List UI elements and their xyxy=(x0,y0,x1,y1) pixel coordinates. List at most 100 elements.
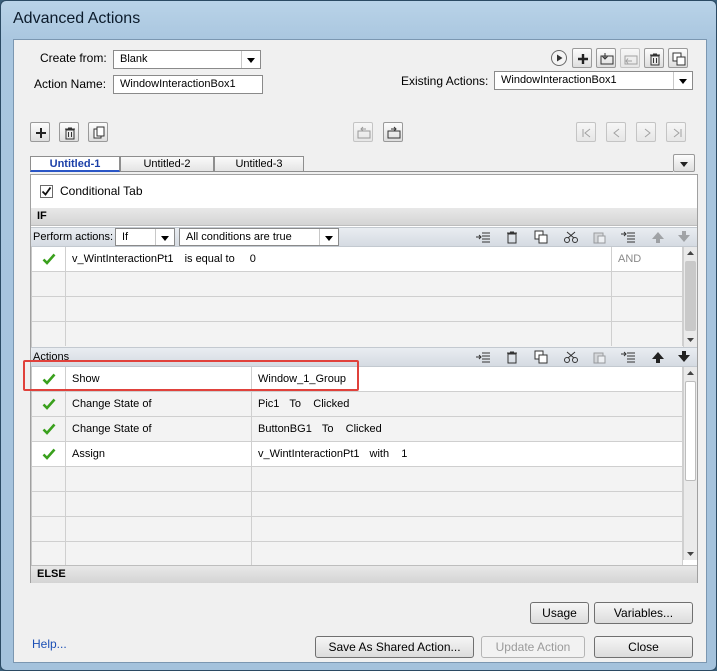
export-icon xyxy=(624,55,638,65)
create-from-select[interactable]: Blank xyxy=(113,50,261,69)
action-row-empty xyxy=(32,542,683,567)
delete-action-button[interactable] xyxy=(644,48,664,68)
else-section-header: ELSE xyxy=(31,565,697,583)
move-up-icon[interactable] xyxy=(651,350,665,364)
action-target-detail: To Clicked xyxy=(289,398,350,410)
last-tab-button[interactable] xyxy=(666,122,686,142)
action-target[interactable]: v_WintInteractionPt1 with 1 xyxy=(252,442,683,466)
action-target[interactable]: ButtonBG1 To Clicked xyxy=(252,417,683,441)
action-row-change-state[interactable]: Change State of ButtonBG1 To Clicked xyxy=(32,417,683,442)
actions-table: Show Window_1_Group Change State of Pic1… xyxy=(31,367,683,567)
perform-select[interactable]: If xyxy=(115,228,175,246)
create-from-value: Blank xyxy=(120,53,148,65)
copy-icon[interactable] xyxy=(534,350,548,364)
chevron-down-icon[interactable] xyxy=(673,72,692,89)
move-down-icon[interactable] xyxy=(677,230,691,244)
usage-button[interactable]: Usage xyxy=(530,602,589,624)
conditions-scrollbar[interactable] xyxy=(683,247,697,347)
chevron-down-icon[interactable] xyxy=(319,229,338,245)
move-tab-right-button[interactable] xyxy=(383,122,403,142)
action-check-cell xyxy=(32,417,66,441)
add-tab-button[interactable] xyxy=(30,122,50,142)
if-section-header: IF xyxy=(31,208,697,226)
tab-list-button[interactable] xyxy=(673,154,695,172)
first-icon xyxy=(582,128,591,138)
condition-row[interactable]: v_WintInteractionPt1 is equal to 0 AND xyxy=(32,247,683,272)
copy-tab-button[interactable] xyxy=(88,122,108,142)
close-button[interactable]: Close xyxy=(594,636,693,658)
scroll-thumb[interactable] xyxy=(685,261,696,331)
export-action-button[interactable] xyxy=(620,48,640,68)
scroll-down-icon[interactable] xyxy=(686,550,695,558)
chevron-down-icon xyxy=(680,162,688,167)
chevron-down-icon[interactable] xyxy=(241,51,260,68)
conditional-tab-label: Conditional Tab xyxy=(60,184,143,198)
condition-expression[interactable]: v_WintInteractionPt1 is equal to 0 xyxy=(66,247,612,271)
next-tab-button[interactable] xyxy=(636,122,656,142)
help-link[interactable]: Help... xyxy=(32,637,67,651)
trash-icon[interactable] xyxy=(505,230,519,244)
action-target-detail: with 1 xyxy=(369,448,408,460)
cut-icon[interactable] xyxy=(563,230,579,244)
tab-untitled-1[interactable]: Untitled-1 xyxy=(30,156,120,172)
paste-icon[interactable] xyxy=(592,350,606,364)
tab-right-icon xyxy=(387,126,401,139)
tab-untitled-3[interactable]: Untitled-3 xyxy=(214,156,304,172)
scroll-thumb[interactable] xyxy=(685,381,696,481)
condition-select[interactable]: All conditions are true xyxy=(179,228,339,246)
perform-actions-bar: Perform actions: If All conditions are t… xyxy=(31,227,697,247)
condition-logic[interactable]: AND xyxy=(612,247,683,271)
scroll-up-icon[interactable] xyxy=(686,249,695,257)
condition-select-value: All conditions are true xyxy=(186,231,292,243)
import-action-button[interactable] xyxy=(596,48,616,68)
first-tab-button[interactable] xyxy=(576,122,596,142)
previous-tab-button[interactable] xyxy=(606,122,626,142)
existing-actions-select[interactable]: WindowInteractionBox1 xyxy=(494,71,693,90)
preview-play-icon[interactable] xyxy=(550,49,568,67)
last-icon xyxy=(673,128,682,138)
conditional-tab-checkbox[interactable] xyxy=(40,185,53,198)
move-up-icon[interactable] xyxy=(651,230,665,244)
window-title: Advanced Actions xyxy=(13,10,141,27)
action-row-empty xyxy=(32,517,683,542)
conditional-panel: Conditional Tab IF Perform actions: If A… xyxy=(23,174,698,583)
delete-tab-button[interactable] xyxy=(59,122,79,142)
move-down-icon[interactable] xyxy=(677,350,691,364)
scroll-down-icon[interactable] xyxy=(686,336,695,344)
action-check-cell xyxy=(32,392,66,416)
copy-icon[interactable] xyxy=(534,230,548,244)
action-name[interactable]: Change State of xyxy=(66,417,252,441)
dialog-client: Create from: Blank Action Name: WindowIn… xyxy=(13,39,707,663)
action-name-label: Action Name: xyxy=(34,77,107,91)
chevron-down-icon[interactable] xyxy=(155,229,174,245)
checkmark-icon xyxy=(42,253,56,265)
update-action-button[interactable]: Update Action xyxy=(481,636,585,658)
move-tab-left-button[interactable] xyxy=(353,122,373,142)
new-action-button[interactable] xyxy=(572,48,592,68)
action-name-input[interactable]: WindowInteractionBox1 xyxy=(113,75,263,94)
actions-scrollbar[interactable] xyxy=(683,367,697,560)
insert-below-icon[interactable] xyxy=(620,350,636,364)
action-row-assign[interactable]: Assign v_WintInteractionPt1 with 1 xyxy=(32,442,683,467)
paste-icon[interactable] xyxy=(592,230,606,244)
insert-row-icon[interactable] xyxy=(475,350,491,364)
action-target-name: v_WintInteractionPt1 xyxy=(258,448,360,460)
insert-row-icon[interactable] xyxy=(475,230,491,244)
checkmark-icon xyxy=(42,398,56,410)
existing-actions-label: Existing Actions: xyxy=(401,74,489,88)
action-name[interactable]: Assign xyxy=(66,442,252,466)
cut-icon[interactable] xyxy=(563,350,579,364)
tab-untitled-2[interactable]: Untitled-2 xyxy=(120,156,214,172)
save-as-shared-action-button[interactable]: Save As Shared Action... xyxy=(315,636,474,658)
action-target-detail: To Clicked xyxy=(321,423,382,435)
insert-below-icon[interactable] xyxy=(620,230,636,244)
trash-icon[interactable] xyxy=(505,350,519,364)
action-target[interactable]: Pic1 To Clicked xyxy=(252,392,683,416)
duplicate-action-button[interactable] xyxy=(668,48,688,68)
variables-button[interactable]: Variables... xyxy=(594,602,693,624)
action-row-change-state[interactable]: Change State of Pic1 To Clicked xyxy=(32,392,683,417)
action-name[interactable]: Change State of xyxy=(66,392,252,416)
previous-icon xyxy=(613,128,620,138)
scroll-up-icon[interactable] xyxy=(686,369,695,377)
condition-check-cell xyxy=(32,247,66,271)
